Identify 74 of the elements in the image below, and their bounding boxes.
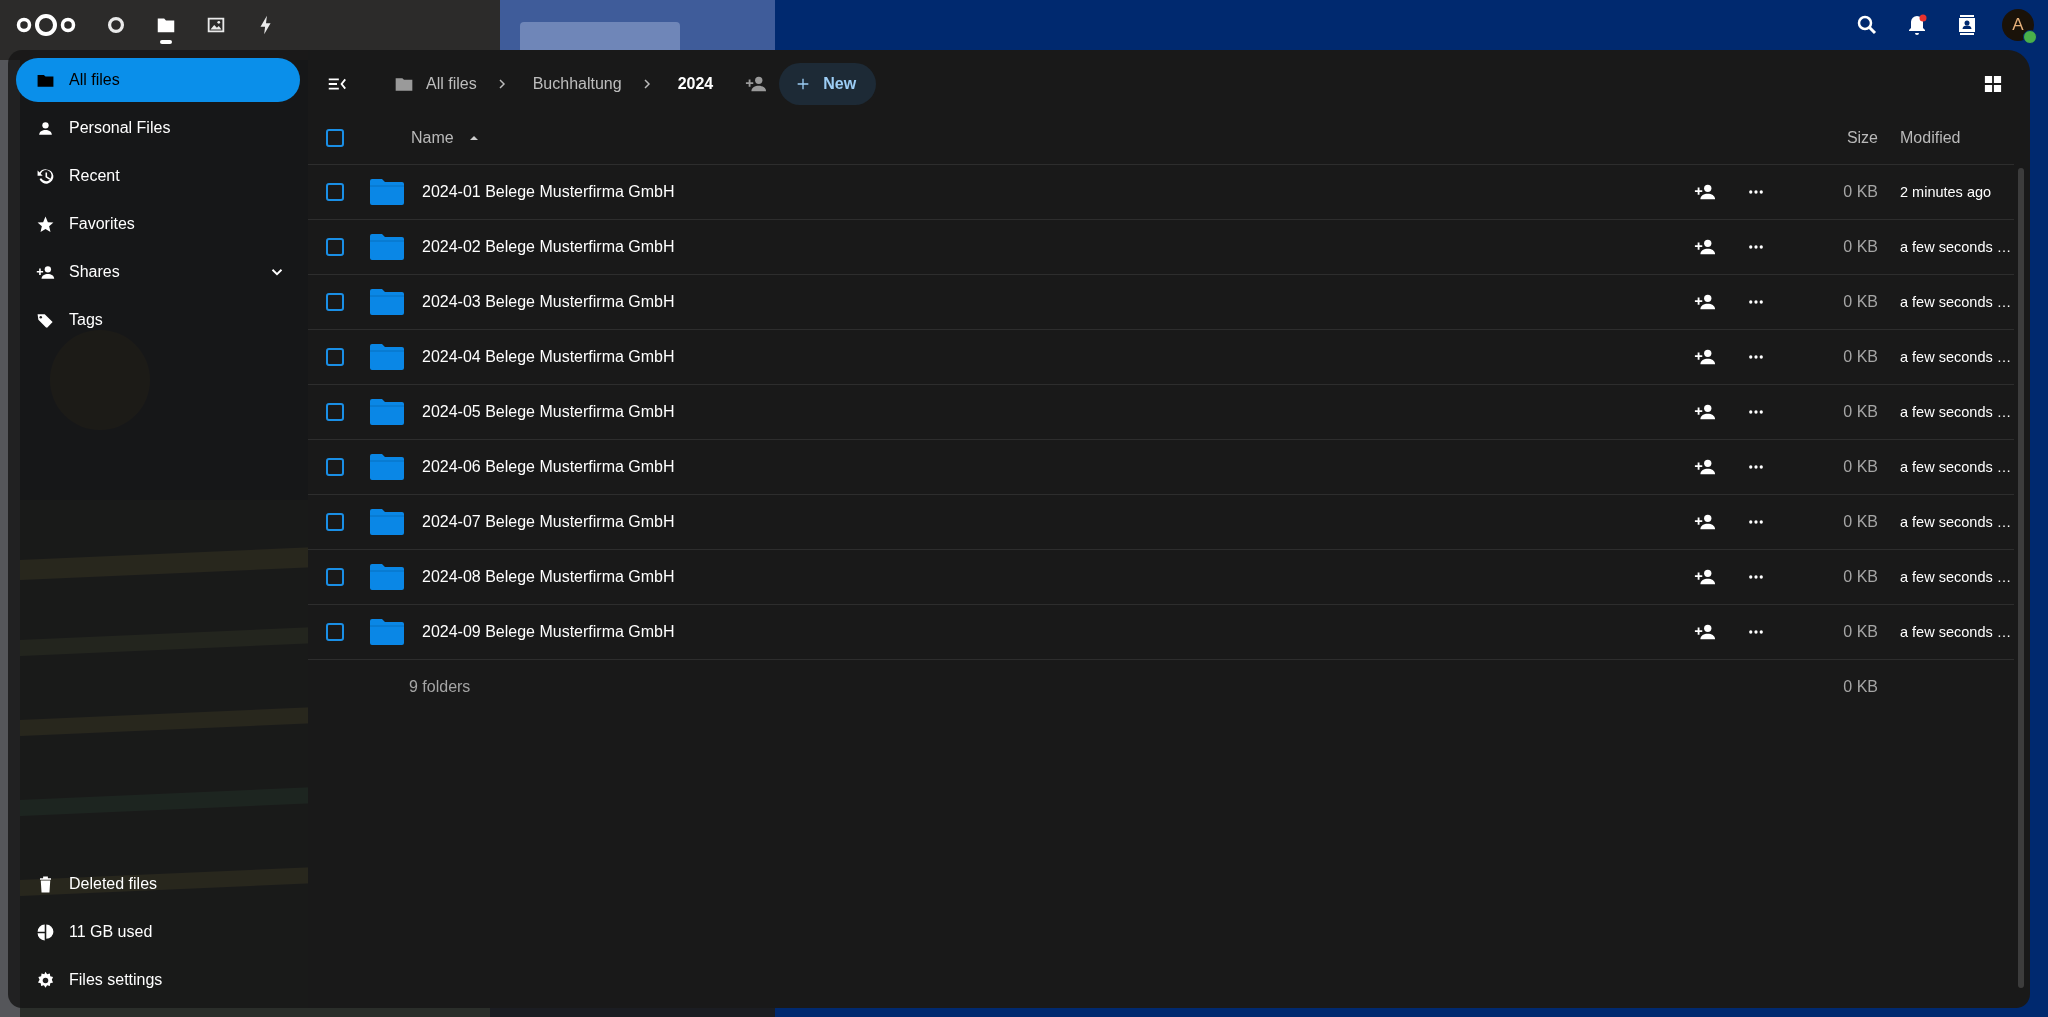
more-options-icon[interactable]: [1747, 464, 1765, 470]
folder-name[interactable]: 2024-04 Belege Musterfirma GmbH: [411, 348, 675, 366]
size-text: 0 KB: [1843, 348, 1878, 366]
modified-time: a few seconds …: [1900, 239, 2012, 255]
sidebar-item[interactable]: Deleted files: [16, 862, 300, 906]
sidebar-item[interactable]: Favorites: [16, 202, 300, 246]
folder-name[interactable]: 2024-01 Belege Musterfirma GmbH: [411, 183, 675, 201]
more-options-icon[interactable]: [1747, 299, 1765, 305]
modified-time: a few seconds …: [1900, 514, 2012, 530]
breadcrumb-link[interactable]: All files: [426, 75, 477, 93]
row-checkbox[interactable]: [326, 513, 344, 531]
row-checkbox[interactable]: [326, 238, 344, 256]
folder-name[interactable]: 2024-07 Belege Musterfirma GmbH: [411, 513, 675, 531]
sidebar-item[interactable]: All files: [16, 58, 300, 102]
folder-name[interactable]: 2024-06 Belege Musterfirma GmbH: [411, 458, 675, 476]
more-options-icon[interactable]: [1747, 574, 1765, 580]
gear-icon: [36, 970, 55, 990]
search-icon[interactable]: [1855, 13, 1879, 37]
column-header[interactable]: Name: [411, 129, 454, 147]
size-text: 0 KB: [1843, 513, 1878, 531]
scrollbar[interactable]: [2018, 168, 2024, 988]
folder-name[interactable]: 2024-08 Belege Musterfirma GmbH: [411, 568, 675, 586]
star-icon: [36, 214, 55, 234]
sidebar-item[interactable]: 11 GB used: [16, 910, 300, 954]
row-checkbox[interactable]: [326, 568, 344, 586]
modified-time: a few seconds …: [1900, 349, 2012, 365]
breadcrumb-link[interactable]: Buchhaltung: [532, 75, 622, 93]
modified-time: a few seconds …: [1900, 459, 2012, 475]
sidebar-item[interactable]: Files settings: [16, 958, 300, 1002]
ring-icon[interactable]: [105, 14, 127, 36]
more-options-icon[interactable]: [1747, 244, 1765, 250]
row-checkbox[interactable]: [326, 348, 344, 366]
sidebar-item[interactable]: Tags: [16, 298, 300, 342]
size-text: 0 KB: [1843, 183, 1878, 201]
row-checkbox[interactable]: [326, 458, 344, 476]
row-checkbox[interactable]: [326, 183, 344, 201]
folder-name[interactable]: 2024-03 Belege Musterfirma GmbH: [411, 293, 675, 311]
breadcrumb-link[interactable]: 2024: [677, 75, 714, 93]
logo-icon[interactable]: [16, 12, 76, 38]
more-options-icon[interactable]: [1747, 354, 1765, 360]
folder-name[interactable]: 2024-09 Belege Musterfirma GmbH: [411, 623, 675, 641]
more-options-icon[interactable]: [1747, 519, 1765, 525]
more-options-icon[interactable]: [1747, 189, 1765, 195]
pie-chart-icon: [36, 922, 55, 942]
folder-name[interactable]: 2024-02 Belege Musterfirma GmbH: [411, 238, 675, 256]
column-header[interactable]: Modified: [1900, 129, 1961, 146]
select-all-checkbox[interactable]: [326, 129, 344, 147]
modified-time: a few seconds …: [1900, 569, 2012, 585]
column-header[interactable]: Size: [1846, 129, 1878, 147]
total-size: 0 KB: [1843, 678, 1878, 696]
folder-name[interactable]: 2024-05 Belege Musterfirma GmbH: [411, 403, 675, 421]
size-text: 0 KB: [1843, 403, 1878, 421]
modified-time: a few seconds …: [1900, 294, 2012, 310]
row-checkbox[interactable]: [326, 623, 344, 641]
sidebar-item[interactable]: Personal Files: [16, 106, 300, 150]
sidebar-item[interactable]: Recent: [16, 154, 300, 198]
modified-time: a few seconds …: [1900, 624, 2012, 640]
row-checkbox[interactable]: [326, 403, 344, 421]
row-checkbox[interactable]: [326, 293, 344, 311]
size-text: 0 KB: [1843, 238, 1878, 256]
new-button[interactable]: New: [779, 63, 877, 105]
modified-time: a few seconds …: [1900, 404, 2012, 420]
more-options-icon[interactable]: [1747, 629, 1765, 635]
more-options-icon[interactable]: [1747, 409, 1765, 415]
size-text: 0 KB: [1843, 458, 1878, 476]
size-text: 0 KB: [1843, 568, 1878, 586]
size-text: 0 KB: [1843, 293, 1878, 311]
folder-count: 9 folders: [409, 678, 471, 696]
history-icon: [36, 166, 55, 186]
user-avatar[interactable]: A: [2002, 9, 2034, 41]
modified-time: 2 minutes ago: [1900, 184, 1992, 200]
size-text: 0 KB: [1843, 623, 1878, 641]
sidebar-item[interactable]: Shares: [16, 250, 300, 294]
grid-view-icon[interactable]: [1984, 75, 2002, 93]
